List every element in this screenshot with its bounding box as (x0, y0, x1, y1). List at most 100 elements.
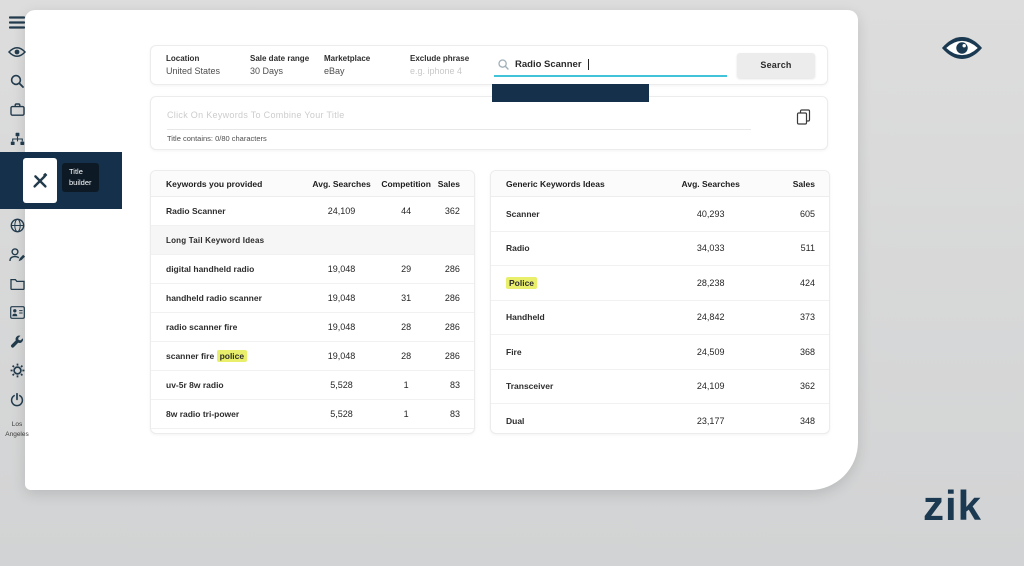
title-builder-card: Click On Keywords To Combine Your Title … (150, 96, 828, 150)
sidebar-item-user-edit[interactable] (0, 240, 34, 269)
generic-keywords-table: Generic Keywords IdeasAvg. SearchesSales… (490, 170, 830, 434)
gear-icon (10, 363, 25, 378)
value-cell: 362 (761, 381, 829, 391)
keyword-cell[interactable]: Dual (491, 416, 660, 426)
value-cell: 5,528 (306, 380, 377, 390)
copy-icon (796, 109, 811, 125)
value-cell: 19,048 (306, 293, 377, 303)
zik-wordmark: zik (923, 482, 982, 530)
keyword-text: Transceiver (506, 381, 553, 391)
date-range-label: Sale date range (250, 54, 324, 63)
keyword-search-input[interactable]: Radio Scanner (494, 53, 727, 77)
keyword-cell[interactable]: Police (491, 278, 660, 288)
table-row: Police28,238424 (491, 266, 829, 301)
keyword-text: Fire (506, 347, 522, 357)
title-character-counter: Title contains: 0/80 characters (167, 134, 811, 143)
date-range-filter[interactable]: Sale date range 30 Days (250, 46, 324, 84)
globe-icon (10, 218, 25, 233)
location-value: United States (166, 66, 250, 76)
zik-title-builder-page: Los Angeles Title builder Location Unite… (0, 0, 1024, 566)
sidebar-item-network[interactable] (0, 124, 34, 153)
text-caret (588, 59, 589, 70)
menu-icon (9, 16, 25, 29)
value-cell: 19,048 (306, 351, 377, 361)
network-icon (10, 132, 25, 146)
keyword-text: Scanner (506, 209, 540, 219)
sidebar-item-title-builder[interactable] (23, 158, 57, 203)
sidebar-item-menu[interactable] (0, 8, 34, 37)
sidebar-item-search[interactable] (0, 66, 34, 95)
title-combine-input[interactable]: Click On Keywords To Combine Your Title (167, 110, 751, 130)
column-header: Generic Keywords Ideas (491, 179, 660, 189)
keyword-text: radio scanner fire (166, 322, 237, 332)
sidebar-item-eye[interactable] (0, 37, 34, 66)
sidebar-item-folder[interactable] (0, 269, 34, 298)
keyword-text: scanner fire (166, 351, 217, 361)
keyword-cell[interactable]: Radio Scanner (151, 206, 306, 216)
keyword-cell[interactable]: radio scanner fire (151, 322, 306, 332)
value-cell: 24,109 (306, 206, 377, 216)
value-cell: 28,238 (660, 278, 761, 288)
keyword-text: Radio (506, 243, 530, 253)
keyword-cell[interactable]: Scanner (491, 209, 660, 219)
value-cell: 286 (435, 351, 474, 361)
table-body: Radio Scanner24,10944362Long Tail Keywor… (151, 197, 474, 429)
keyword-cell[interactable]: digital handheld radio (151, 264, 306, 274)
keyword-text: uv-5r 8w radio (166, 380, 224, 390)
value-cell: 1 (377, 409, 435, 419)
user-card-icon (10, 306, 25, 319)
filter-bar: Location United States Sale date range 3… (150, 45, 828, 85)
marketplace-filter[interactable]: Marketplace eBay (324, 46, 410, 84)
highlighted-keyword: Police (506, 277, 537, 289)
table-row: Radio34,033511 (491, 232, 829, 267)
value-cell: 31 (377, 293, 435, 303)
highlighted-keyword: police (217, 350, 248, 362)
search-dropdown-block (492, 84, 649, 102)
keyword-cell[interactable]: Handheld (491, 312, 660, 322)
keyword-text: digital handheld radio (166, 264, 254, 274)
keyword-cell[interactable]: handheld radio scanner (151, 293, 306, 303)
marketplace-label: Marketplace (324, 54, 410, 63)
exclude-phrase-field[interactable]: Exclude phrase e.g. iphone 4 (410, 46, 494, 84)
sidebar-item-settings[interactable] (0, 356, 34, 385)
table-row: radio scanner fire19,04828286 (151, 313, 474, 342)
value-cell: 605 (761, 209, 829, 219)
table-row: uv-5r 8w radio5,528183 (151, 371, 474, 400)
sidebar-item-globe[interactable] (0, 211, 34, 240)
search-button[interactable]: Search (737, 53, 815, 78)
value-cell: 83 (435, 409, 474, 419)
keyword-cell[interactable]: Fire (491, 347, 660, 357)
eye-icon (8, 46, 26, 58)
table-row: handheld radio scanner19,04831286 (151, 284, 474, 313)
keyword-cell[interactable]: Radio (491, 243, 660, 253)
value-cell: 28 (377, 351, 435, 361)
column-header: Avg. Searches (306, 179, 377, 189)
value-cell: 29 (377, 264, 435, 274)
keyword-cell[interactable]: 8w radio tri-power (151, 409, 306, 419)
table-row: Handheld24,842373 (491, 301, 829, 336)
copy-title-button[interactable] (796, 109, 811, 130)
sidebar-item-logout[interactable] (0, 385, 34, 414)
table-header-row: Keywords you providedAvg. SearchesCompet… (151, 171, 474, 197)
value-cell: 24,842 (660, 312, 761, 322)
keyword-cell[interactable]: uv-5r 8w radio (151, 380, 306, 390)
sidebar-item-wrench[interactable] (0, 327, 34, 356)
keyword-text: 8w radio tri-power (166, 409, 239, 419)
keyword-text: handheld radio scanner (166, 293, 262, 303)
value-cell: 34,033 (660, 243, 761, 253)
value-cell: 40,293 (660, 209, 761, 219)
keyword-cell[interactable]: scanner fire police (151, 351, 306, 361)
active-tool-highlight: Title builder (0, 152, 122, 209)
location-filter[interactable]: Location United States (166, 46, 250, 84)
search-input-value: Radio Scanner (515, 59, 582, 70)
table-row: Radio Scanner24,10944362 (151, 197, 474, 226)
value-cell: 28 (377, 322, 435, 332)
sidebar-item-briefcase[interactable] (0, 95, 34, 124)
location-label: Location (166, 54, 250, 63)
sidebar-item-user-card[interactable] (0, 298, 34, 327)
column-header: Competition (377, 179, 435, 189)
value-cell: 24,109 (660, 381, 761, 391)
value-cell: 286 (435, 264, 474, 274)
table-section-row: Long Tail Keyword Ideas (151, 226, 474, 255)
keyword-cell[interactable]: Transceiver (491, 381, 660, 391)
